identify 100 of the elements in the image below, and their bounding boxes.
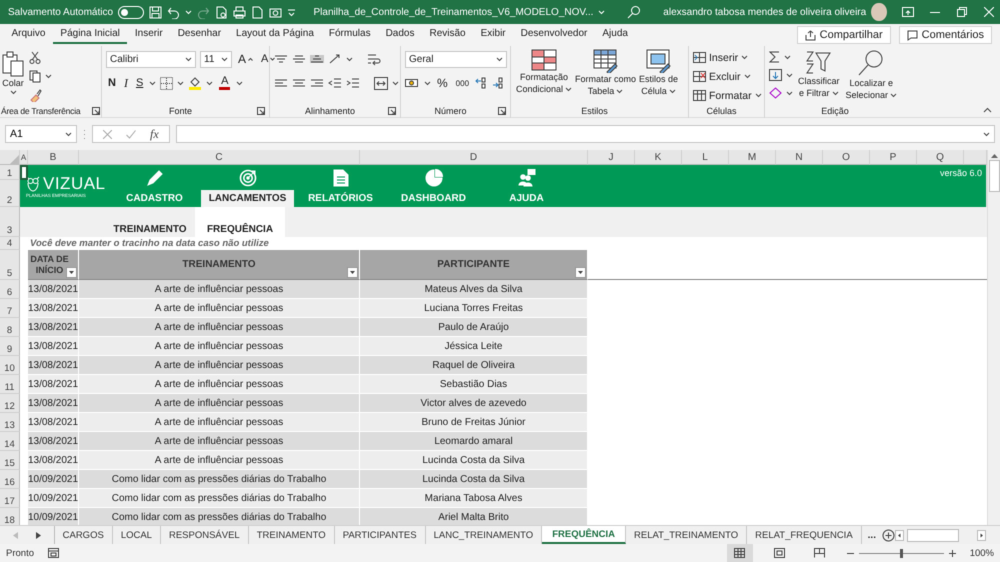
ribbon-tab[interactable]: Arquivo xyxy=(4,26,53,44)
column-header[interactable]: Q xyxy=(917,150,964,165)
ribbon-tab[interactable]: Ajuda xyxy=(594,26,636,44)
table-cell: Leomardo amaral xyxy=(360,432,588,451)
font-name-dropdown[interactable]: Calibri xyxy=(106,50,196,68)
ribbon-tab[interactable]: Exibir xyxy=(473,26,514,44)
name-box[interactable]: A1 xyxy=(5,125,77,143)
table-cell: Paulo de Araújo xyxy=(360,318,588,337)
font-color-button[interactable]: A xyxy=(217,74,232,92)
italic-button[interactable]: I xyxy=(122,74,130,92)
column-header[interactable]: M xyxy=(729,150,776,165)
underline-button[interactable]: S xyxy=(134,74,146,92)
style-button[interactable]: Estilos de Célula xyxy=(638,49,680,104)
ribbon-tab[interactable]: Inserir xyxy=(127,26,170,44)
table-cell: Como lidar com as pressões diárias do Trabalho xyxy=(79,489,360,508)
column-header[interactable]: B xyxy=(28,150,79,165)
group-label: Células xyxy=(706,106,736,116)
cells-menu-button[interactable]: Excluir xyxy=(693,68,762,85)
table-cell: 10/09/2021 xyxy=(28,489,79,508)
nav-tab[interactable]: LANCAMENTOS xyxy=(201,190,294,207)
table-cell: A arte de influênciar pessoas xyxy=(79,299,360,318)
version-label: versão 6.0 xyxy=(940,167,983,180)
ribbon-tab[interactable]: Desenvolvedor xyxy=(513,26,595,44)
row-header[interactable]: 14 xyxy=(0,432,20,451)
ribbon-tab[interactable]: Fórmulas xyxy=(321,26,378,44)
column-header[interactable]: L xyxy=(682,150,729,165)
thousands-button[interactable]: 000 xyxy=(454,74,472,92)
instruction-note: Você deve manter o tracinho na data caso não utilize xyxy=(30,238,269,249)
nav-tab[interactable]: RELATÓRIOS xyxy=(294,190,387,207)
row-header[interactable]: 5 xyxy=(0,250,20,280)
column-header[interactable]: K xyxy=(635,150,682,165)
row-header[interactable]: 9 xyxy=(0,337,20,356)
user-name: alexsandro tabosa mendes de oliveira oliveira xyxy=(663,6,866,18)
row-header[interactable]: 10 xyxy=(0,356,20,375)
ribbon-tab[interactable]: Desenhar xyxy=(170,26,229,44)
table-cell: Como lidar com as pressões diárias do Trabalho xyxy=(79,470,360,489)
grow-font-button[interactable]: A xyxy=(236,50,256,68)
percent-button[interactable]: % xyxy=(435,74,450,92)
column-header[interactable]: A xyxy=(20,150,28,165)
edit-menu-button[interactable]: Localizar e Selecionar xyxy=(844,49,898,104)
group-label: Fonte xyxy=(168,106,192,116)
ribbon-tab[interactable]: Página Inicial xyxy=(52,26,128,44)
ribbon-tab[interactable]: Revisão xyxy=(422,26,474,44)
column-header[interactable]: D xyxy=(360,150,588,165)
column-header[interactable]: N xyxy=(776,150,823,165)
table-cell: Mateus Alves da Silva xyxy=(360,280,588,299)
row-header[interactable]: 7 xyxy=(0,299,20,318)
nav-tab[interactable]: AJUDA xyxy=(480,190,573,207)
table-cell: 13/08/2021 xyxy=(28,394,79,413)
row-header[interactable]: 4 xyxy=(0,237,20,250)
table-cell: 13/08/2021 xyxy=(28,337,79,356)
paste-button[interactable]: Colar xyxy=(1,49,25,104)
row-header[interactable]: 6 xyxy=(0,280,20,299)
row-header[interactable]: 15 xyxy=(0,451,20,470)
subtab[interactable]: FREQUÊNCIA xyxy=(195,207,285,237)
comments-button[interactable]: Comentários xyxy=(898,26,992,44)
row-header[interactable]: 11 xyxy=(0,375,20,394)
font-size-dropdown[interactable]: 11 xyxy=(200,50,232,68)
bold-button[interactable]: N xyxy=(106,74,118,92)
cells-menu-button[interactable]: Inserir xyxy=(693,49,762,66)
shrink-font-button[interactable]: A xyxy=(259,50,278,68)
row-header[interactable]: 16 xyxy=(0,470,20,489)
logo-text: VIZUAL xyxy=(43,174,106,194)
subtab[interactable]: TREINAMENTO xyxy=(105,207,195,237)
row-header[interactable]: 1 xyxy=(0,165,20,180)
table-cell: Jéssica Leite xyxy=(360,337,588,356)
cells-menu-button[interactable]: Formatar xyxy=(693,87,762,104)
ribbon-tab[interactable]: Layout da Página xyxy=(228,26,322,44)
row-header[interactable]: 13 xyxy=(0,413,20,432)
sheet-tab[interactable]: FREQUÊNCIA xyxy=(542,526,626,544)
insert-function-button[interactable]: fx xyxy=(150,126,159,142)
table-cell: A arte de influênciar pessoas xyxy=(79,280,360,299)
column-header[interactable]: J xyxy=(588,150,635,165)
ribbon-tab[interactable]: Dados xyxy=(378,26,422,44)
column-header[interactable]: O xyxy=(823,150,870,165)
window-title: Planilha_de_Controle_de_Treinamentos_V6_MODELO_NOV... xyxy=(313,6,594,18)
number-format-dropdown[interactable]: Geral xyxy=(405,50,507,68)
table-cell: Como lidar com as pressões diárias do Trabalho xyxy=(79,508,360,525)
nav-tab[interactable]: DASHBOARD xyxy=(387,190,480,207)
table-cell: A arte de influênciar pessoas xyxy=(79,394,360,413)
table-cell: Mariana Tabosa Alves xyxy=(360,489,588,508)
column-header[interactable]: P xyxy=(870,150,917,165)
row-header[interactable]: 18 xyxy=(0,508,20,525)
row-header[interactable]: 2 xyxy=(0,180,20,207)
row-header[interactable]: 12 xyxy=(0,394,20,413)
row-header[interactable]: 8 xyxy=(0,318,20,337)
table-cell: Luciana Torres Freitas xyxy=(360,299,588,318)
column-header[interactable]: C xyxy=(79,150,360,165)
table-cell: Bruno de Freitas Júnior xyxy=(360,413,588,432)
nav-tab[interactable]: CADASTRO xyxy=(108,190,201,207)
table-cell: A arte de influênciar pessoas xyxy=(79,413,360,432)
style-button[interactable]: Formatar como Tabela xyxy=(574,49,638,104)
row-header[interactable]: 17 xyxy=(0,489,20,508)
group-label: Edição xyxy=(821,106,849,116)
edit-menu-button[interactable]: Classificar e Filtrar xyxy=(797,49,841,104)
row-header[interactable]: 3 xyxy=(0,207,20,237)
share-button[interactable]: Compartilhar xyxy=(796,26,891,44)
style-button[interactable]: Formatação Condicional xyxy=(515,49,574,104)
table-cell: A arte de influênciar pessoas xyxy=(79,318,360,337)
more-sheets-button[interactable]: ... xyxy=(862,526,882,544)
